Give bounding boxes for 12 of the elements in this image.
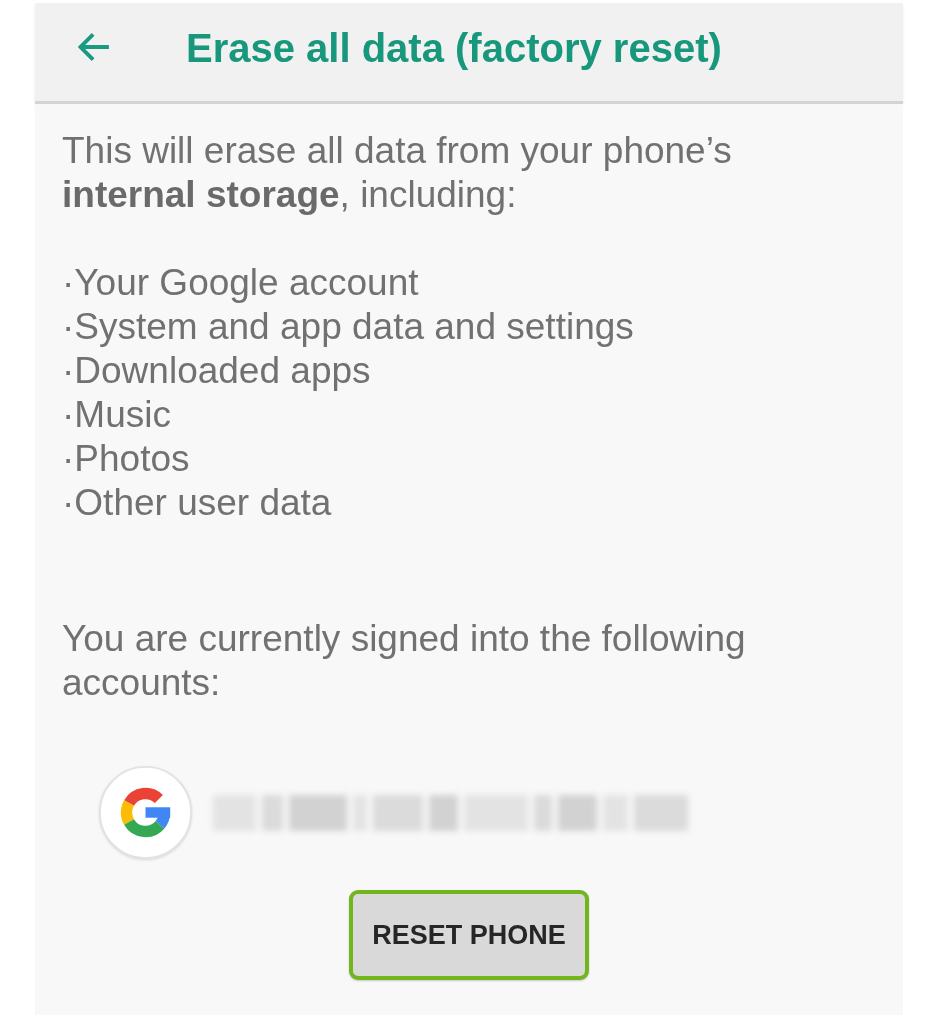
reset-phone-button[interactable]: RESET PHONE (349, 890, 589, 980)
list-item: ·Other user data (62, 481, 333, 525)
list-item: ·System and app data and settings (62, 305, 635, 349)
g-logo-icon (98, 765, 193, 860)
list-item: ·Photos (62, 437, 191, 481)
list-item: ·Music (62, 393, 172, 437)
accounts-note: You are currently signed into the following accounts: (62, 617, 747, 705)
list-item: ·Downloaded apps (62, 349, 372, 393)
back-arrow-icon[interactable] (78, 33, 110, 61)
intro-text: This will erase all data from your phone’s internal storage, including: (62, 129, 733, 217)
screen-title: Erase all data (factory reset) (186, 25, 722, 71)
list-item: ·Your Google account (62, 261, 420, 305)
